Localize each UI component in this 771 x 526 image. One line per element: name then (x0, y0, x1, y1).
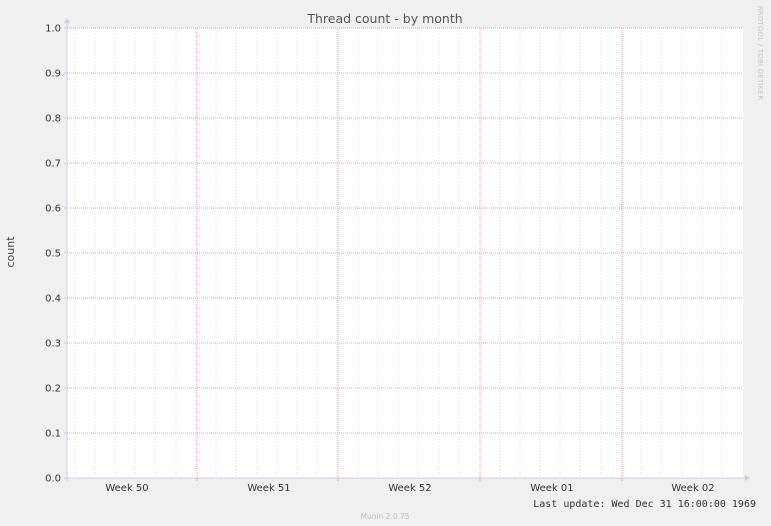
y-tick-label: 0.6 (45, 204, 61, 215)
y-axis-label: count (4, 236, 17, 268)
y-tick-label: 0.9 (45, 69, 61, 80)
last-update-text: Last update: Wed Dec 31 16:00:00 1969 (533, 499, 756, 510)
y-tick-label: 0.4 (45, 294, 61, 305)
y-tick-label: 0.1 (45, 429, 61, 440)
x-tick-label: Week 50 (105, 483, 148, 494)
x-tick-label: Week 51 (247, 483, 290, 494)
y-tick-label: 0.7 (45, 159, 61, 170)
y-tick-label: 1.0 (45, 24, 61, 35)
thread-count-chart: 0.0 0.1 0.2 0.3 0.4 0.5 0.6 0.7 0.8 0.9 1.0 Week 5… (4, 6, 764, 521)
y-tick-label: 0.3 (45, 339, 61, 350)
x-axis-arrow-icon (745, 475, 750, 481)
x-tick-label: Week 52 (388, 483, 431, 494)
y-axis-ticks: 0.0 0.1 0.2 0.3 0.4 0.5 0.6 0.7 0.8 0.9 1.0 (45, 24, 67, 485)
chart-title: Thread count - by month (306, 11, 462, 26)
x-axis-ticks: Week 50 Week 51 Week 52 Week 01 Week 02 (105, 478, 715, 494)
x-tick-label: Week 01 (530, 483, 573, 494)
y-tick-label: 0.2 (45, 384, 61, 395)
x-tick-label: Week 02 (671, 483, 714, 494)
y-axis-arrow-icon (64, 18, 70, 23)
rrdtool-watermark: RRDTOOL / TOBI OETIKER (756, 6, 764, 101)
y-tick-label: 0.8 (45, 114, 61, 125)
y-tick-label: 0.0 (45, 474, 61, 485)
y-tick-label: 0.5 (45, 249, 61, 260)
munin-version: Munin 2.0.75 (360, 512, 409, 521)
